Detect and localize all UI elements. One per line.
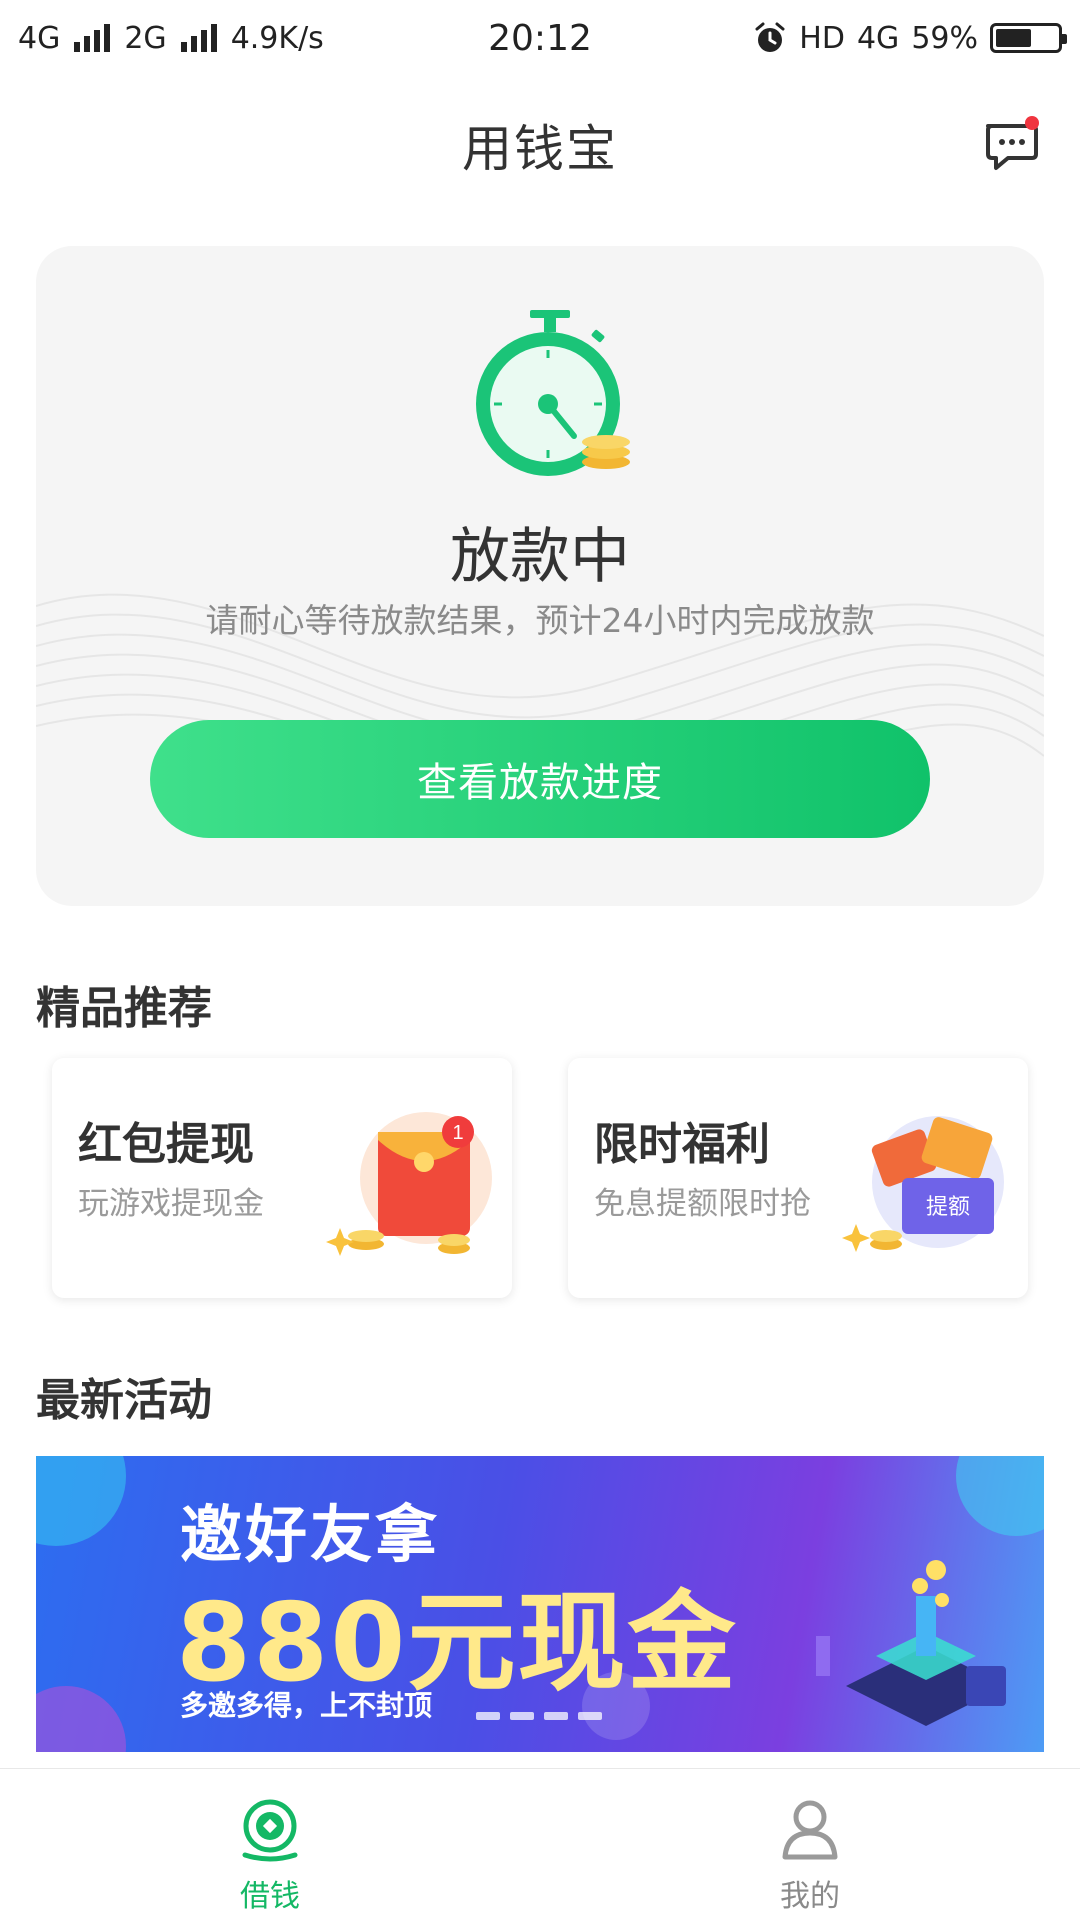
view-progress-button[interactable]: 查看放款进度	[150, 720, 930, 838]
recommend-card-subtitle: 玩游戏提现金	[78, 1186, 264, 1222]
hd-indicator: HD	[799, 20, 845, 56]
recommend-card-red-packet[interactable]: 红包提现 玩游戏提现金 1	[52, 1058, 512, 1298]
banner-tagline: 多邀多得，上不封顶	[180, 1689, 433, 1722]
network-type-2: 2G	[124, 20, 167, 56]
bottom-nav: 借钱 我的	[0, 1768, 1080, 1920]
nav-item-mine[interactable]: 我的	[540, 1769, 1080, 1920]
alarm-icon	[755, 22, 785, 52]
invite-banner[interactable]: 邀好友拿 880元现金 多邀多得，上不封顶	[36, 1456, 1044, 1752]
message-icon[interactable]	[980, 114, 1042, 176]
coupon-boost-icon: 提额	[842, 1116, 1004, 1252]
boost-tag: 提额	[926, 1194, 970, 1219]
signal-icon	[74, 24, 111, 52]
battery-percent: 59%	[911, 20, 978, 56]
app-header: 用钱宝	[0, 90, 1080, 200]
recommend-card-title: 限时福利	[594, 1119, 770, 1170]
network-speed: 4.9K/s	[230, 20, 324, 56]
status-right: HD 4G 59%	[753, 20, 1067, 56]
recommend-card-title: 红包提现	[78, 1119, 254, 1170]
loan-status-description: 请耐心等待放款结果，预计24小时内完成放款	[205, 601, 875, 640]
red-packet-icon: 1	[326, 1112, 492, 1256]
battery-icon	[990, 23, 1067, 53]
recommend-section-title: 精品推荐	[36, 983, 212, 1034]
red-packet-badge: 1	[452, 1122, 463, 1144]
network-type-1: 4G	[18, 20, 61, 56]
stopwatch-icon	[476, 310, 630, 476]
loan-status-title: 放款中	[450, 522, 630, 592]
borrow-coin-icon	[242, 1799, 298, 1862]
nav-label: 借钱	[240, 1879, 300, 1914]
network-type-3: 4G	[856, 20, 900, 56]
activities-section-title: 最新活动	[36, 1375, 212, 1426]
recommend-card-limited-benefit[interactable]: 限时福利 免息提额限时抢 提额	[568, 1058, 1028, 1298]
nav-label: 我的	[780, 1879, 840, 1914]
signal-icon	[180, 24, 217, 52]
status-bar: 4G 2G 4.9K/s 20:12 HD 4G 59%	[0, 0, 1080, 76]
recommend-card-subtitle: 免息提额限时抢	[594, 1186, 811, 1222]
nav-item-borrow[interactable]: 借钱	[0, 1769, 540, 1920]
user-icon	[782, 1800, 838, 1860]
status-left: 4G 2G 4.9K/s	[18, 21, 753, 56]
notification-dot	[1025, 116, 1039, 130]
loan-status-card: 放款中 请耐心等待放款结果，预计24小时内完成放款 查看放款进度	[36, 246, 1044, 906]
page-title: 用钱宝	[462, 120, 618, 178]
carousel-indicator[interactable]	[476, 1712, 602, 1720]
